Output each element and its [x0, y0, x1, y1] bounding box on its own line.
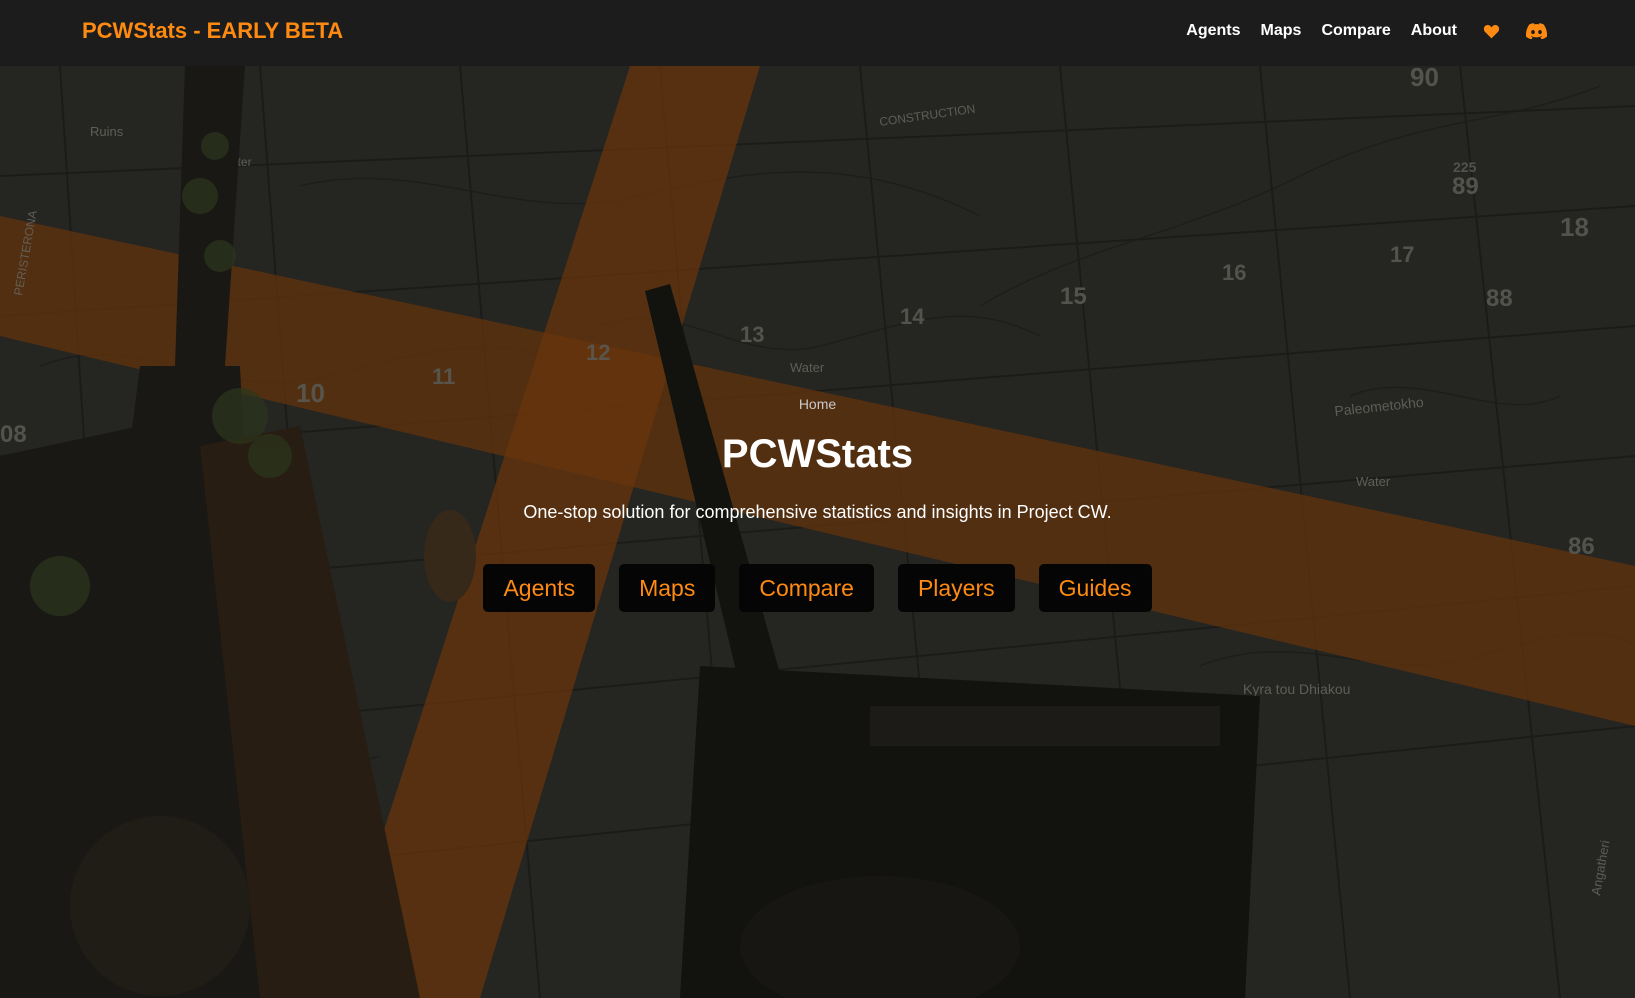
brand-logo[interactable]: PCWStats - EARLY BETA [82, 18, 343, 44]
hero-button-row: Agents Maps Compare Players Guides [0, 564, 1635, 612]
discord-icon[interactable] [1526, 23, 1547, 39]
heart-icon[interactable] [1483, 24, 1500, 39]
nav-links: Agents Maps Compare About [1166, 22, 1547, 40]
hero-section: Ruins CONSTRUCTION PERISTERONA Water Pal… [0, 66, 1635, 998]
nav-link-compare[interactable]: Compare [1321, 22, 1390, 40]
page-title: PCWStats [721, 432, 914, 476]
guides-button[interactable]: Guides [1038, 564, 1152, 612]
compare-button[interactable]: Compare [739, 564, 874, 612]
players-button[interactable]: Players [897, 564, 1015, 612]
nav-link-maps[interactable]: Maps [1261, 22, 1302, 40]
maps-button[interactable]: Maps [619, 564, 716, 612]
agents-button[interactable]: Agents [483, 564, 596, 612]
nav-link-about[interactable]: About [1411, 22, 1457, 40]
nav-link-agents[interactable]: Agents [1186, 22, 1240, 40]
hero-overlay [0, 66, 1635, 998]
page-subtitle: One-stop solution for comprehensive stat… [523, 502, 1112, 522]
breadcrumb[interactable]: Home [0, 396, 1635, 412]
navbar: PCWStats - EARLY BETA Agents Maps Compar… [0, 0, 1635, 66]
